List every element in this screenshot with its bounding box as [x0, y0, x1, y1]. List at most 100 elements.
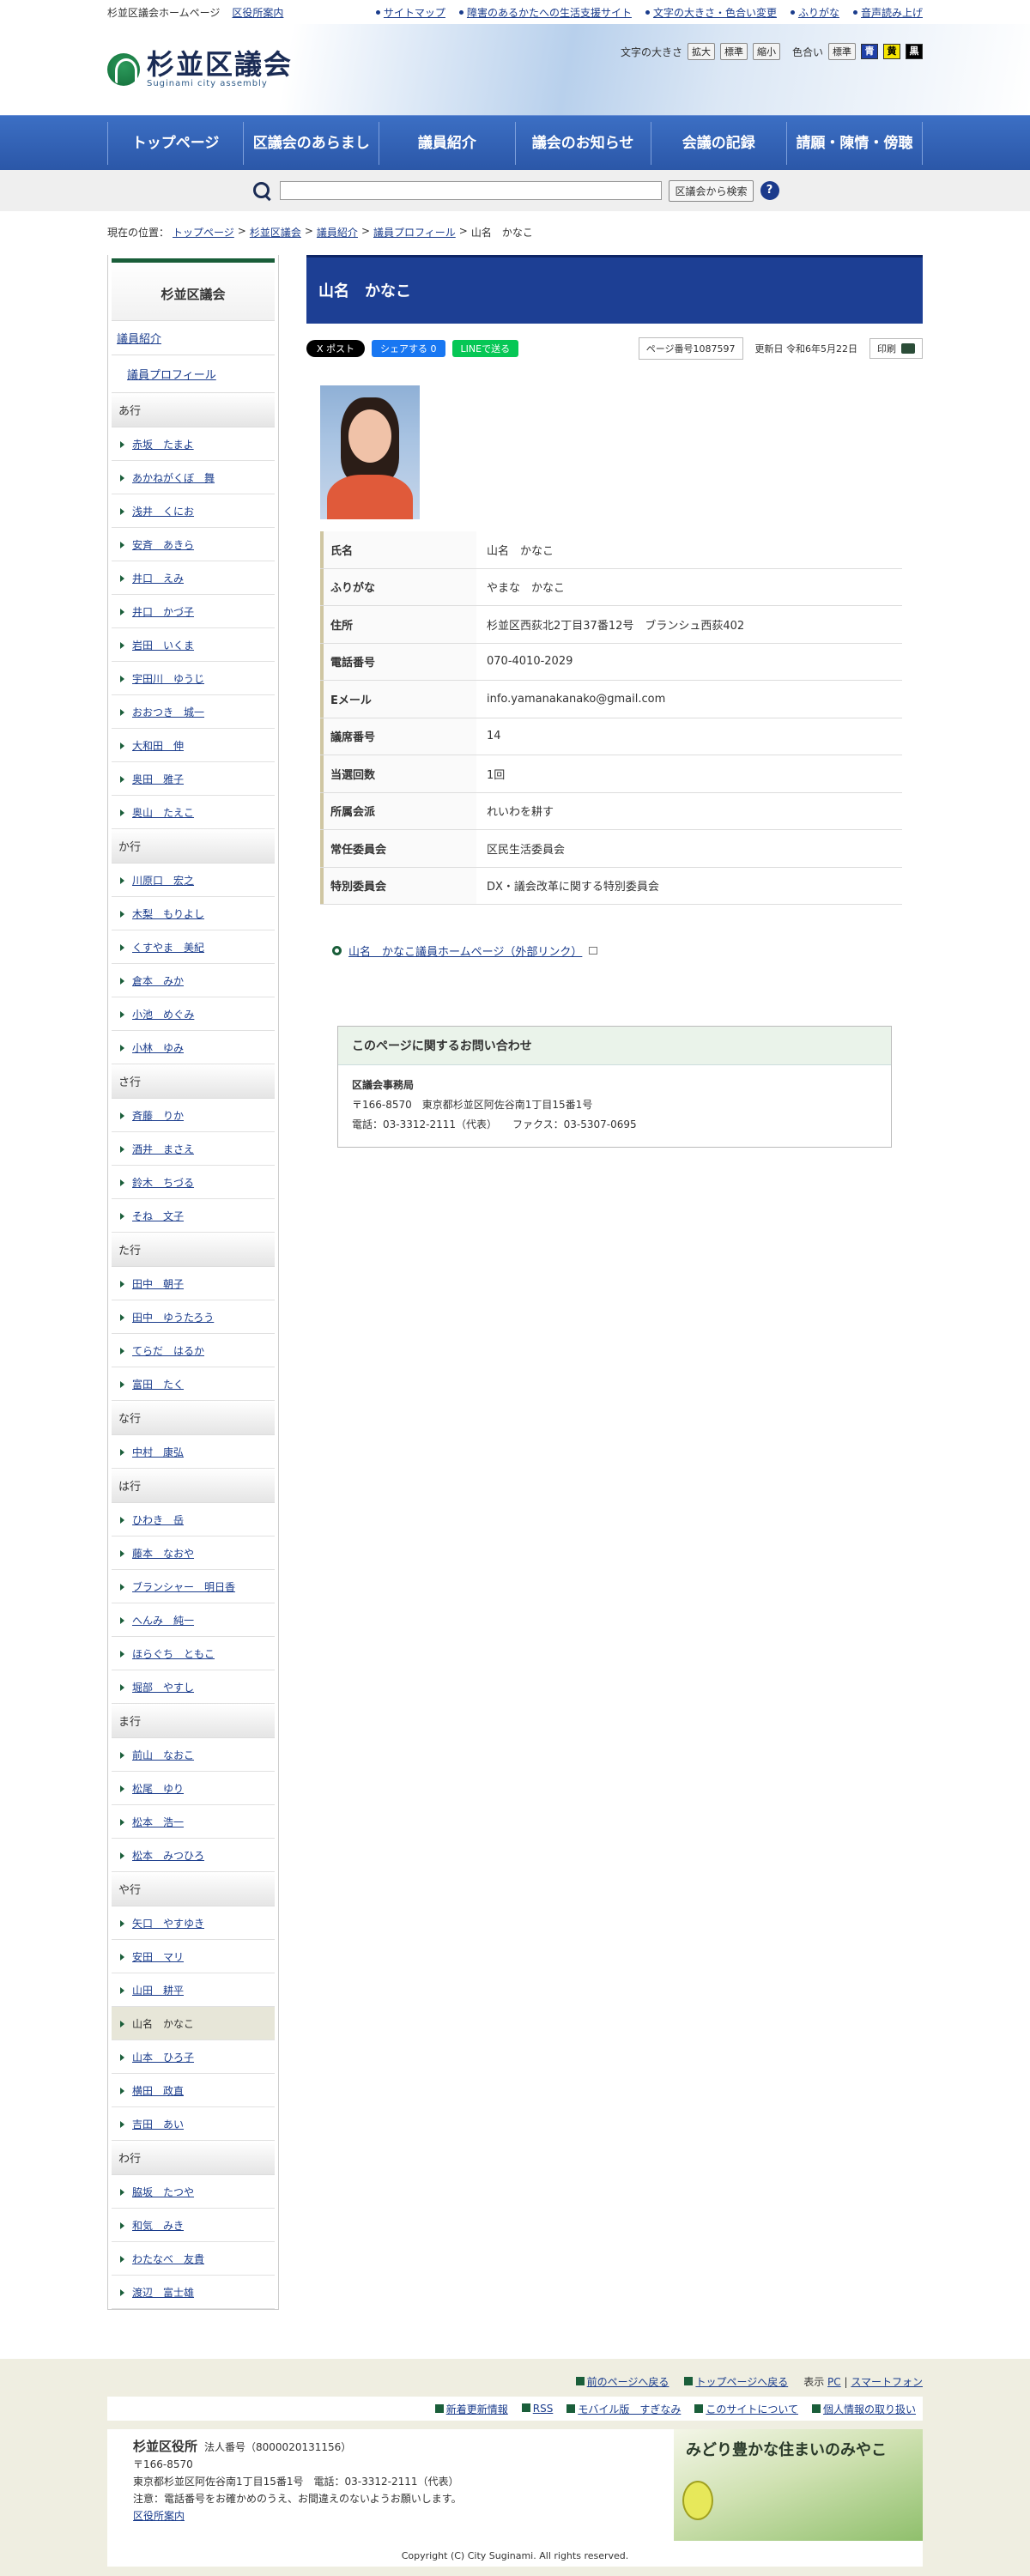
sidebar-member-link[interactable]: 酒井 まさえ — [132, 1143, 194, 1155]
sidebar-member-item[interactable]: 渡辺 富士雄 — [112, 2276, 275, 2309]
sidebar-member-link[interactable]: 松本 みつひろ — [132, 1850, 204, 1862]
utility-link[interactable]: サイトマップ — [375, 5, 445, 20]
sidebar-member-item[interactable]: 松尾 ゆり — [112, 1772, 275, 1805]
sidebar-member-item[interactable]: 横田 政直 — [112, 2074, 275, 2107]
breadcrumb-link[interactable]: トップページ — [173, 225, 234, 239]
sidebar-member-link[interactable]: 松本 浩一 — [132, 1816, 184, 1828]
sidebar-member-item[interactable]: 奥山 たえこ — [112, 796, 275, 829]
sidebar-member-item[interactable]: 富田 たく — [112, 1367, 275, 1401]
sidebar-member-link[interactable]: ほらぐち ともこ — [132, 1648, 215, 1660]
sidebar-member-item[interactable]: 安斉 あきら — [112, 528, 275, 561]
sidebar-profile-link[interactable]: 議員プロフィール — [127, 369, 216, 382]
sidebar-member-link[interactable]: 田中 朝子 — [132, 1278, 184, 1290]
nav-item[interactable]: 請願・陳情・傍聴 — [785, 122, 924, 165]
sidebar-member-link[interactable]: 斉藤 りか — [132, 1110, 184, 1122]
display-pc-link[interactable]: PC — [827, 2376, 841, 2388]
sidebar-member-item[interactable]: 田中 朝子 — [112, 1267, 275, 1300]
footer-office-link[interactable]: 区役所案内 — [133, 2510, 185, 2522]
sidebar-member-link[interactable]: 堀部 やすし — [132, 1682, 194, 1694]
sidebar-member-link[interactable]: 安田 マリ — [132, 1951, 184, 1963]
sidebar-member-link[interactable]: 安斉 あきら — [132, 539, 194, 551]
sidebar-member-link[interactable]: 矢口 やすゆき — [132, 1918, 204, 1930]
sidebar-member-item[interactable]: 松本 浩一 — [112, 1805, 275, 1839]
help-icon[interactable]: ? — [760, 181, 779, 200]
search-button[interactable]: 区議会から検索 — [669, 179, 754, 202]
member-homepage-link[interactable]: 山名 かなこ議員ホームページ（外部リンク） — [348, 943, 582, 959]
sidebar-member-link[interactable]: わたなべ 友貴 — [132, 2253, 204, 2265]
sidebar-member-item[interactable]: 木梨 もりよし — [112, 897, 275, 930]
sidebar-member-item[interactable]: くすやま 美紀 — [112, 930, 275, 964]
sidebar-member-item[interactable]: 田中 ゆうたろう — [112, 1300, 275, 1334]
display-smartphone-link[interactable]: スマートフォン — [851, 2376, 923, 2388]
sidebar-member-item[interactable]: 酒井 まさえ — [112, 1132, 275, 1166]
sidebar-member-link[interactable]: 吉田 あい — [132, 2118, 184, 2131]
sidebar-member-item[interactable]: 大和田 伸 — [112, 729, 275, 762]
sidebar-member-item[interactable]: 小林 ゆみ — [112, 1031, 275, 1064]
site-logo[interactable]: 杉並区議会 Suginami city assembly — [107, 50, 293, 88]
sidebar-member-item[interactable]: 和気 みき — [112, 2209, 275, 2242]
sidebar-member-link[interactable]: へんみ 純一 — [132, 1615, 194, 1627]
utility-link[interactable]: 障害のあるかたへの生活支援サイト — [458, 5, 632, 20]
sidebar-member-item[interactable]: 倉本 みか — [112, 964, 275, 997]
sidebar-member-item[interactable]: 安田 マリ — [112, 1940, 275, 1973]
sidebar-member-item[interactable]: へんみ 純一 — [112, 1603, 275, 1637]
sidebar-members-link[interactable]: 議員紹介 — [117, 333, 161, 346]
back-link[interactable]: 前のページへ戻る — [587, 2376, 670, 2388]
utility-link[interactable]: ふりがな — [790, 5, 839, 20]
sidebar-member-item[interactable]: 宇田川 ゆうじ — [112, 662, 275, 695]
breadcrumb-link[interactable]: 杉並区議会 — [250, 225, 301, 239]
sidebar-member-item[interactable]: 小池 めぐみ — [112, 997, 275, 1031]
sidebar-member-item[interactable]: 藤本 なおや — [112, 1537, 275, 1570]
sidebar-member-item[interactable]: 赤坂 たまよ — [112, 427, 275, 461]
footer-link[interactable]: このサイトについて — [706, 2403, 798, 2415]
sidebar-member-link[interactable]: 前山 なおこ — [132, 1749, 194, 1761]
sidebar-member-item[interactable]: 矢口 やすゆき — [112, 1906, 275, 1940]
sidebar-member-item[interactable]: 鈴木 ちづる — [112, 1166, 275, 1199]
sidebar-member-item[interactable]: 山本 ひろ子 — [112, 2040, 275, 2074]
footer-link[interactable]: モバイル版 すぎなみ — [578, 2403, 681, 2415]
search-input[interactable] — [280, 181, 663, 200]
sidebar-member-link[interactable]: 横田 政直 — [132, 2085, 184, 2097]
nav-item[interactable]: トップページ — [107, 122, 243, 165]
sidebar-member-item[interactable]: 堀部 やすし — [112, 1670, 275, 1704]
sidebar-member-item[interactable]: 川原口 宏之 — [112, 864, 275, 897]
sidebar-member-link[interactable]: 浅井 くにお — [132, 506, 194, 518]
sidebar-member-item[interactable]: 吉田 あい — [112, 2107, 275, 2141]
sidebar-member-item[interactable]: あかねがくぼ 舞 — [112, 461, 275, 494]
color-blue-button[interactable]: 青 — [861, 44, 878, 59]
sidebar-member-link[interactable]: 川原口 宏之 — [132, 875, 194, 887]
sidebar-member-link[interactable]: 小池 めぐみ — [132, 1009, 194, 1021]
sidebar-member-link[interactable]: くすやま 美紀 — [132, 942, 204, 954]
sidebar-member-link[interactable]: あかねがくぼ 舞 — [132, 472, 215, 484]
sidebar-member-link[interactable]: 宇田川 ゆうじ — [132, 673, 204, 685]
print-button[interactable]: 印刷 — [869, 338, 923, 359]
utility-link[interactable]: 音声読み上げ — [852, 5, 923, 20]
sidebar-member-link[interactable]: 木梨 もりよし — [132, 908, 204, 920]
sidebar-member-link[interactable]: そね 文子 — [132, 1210, 184, 1222]
utility-link[interactable]: 文字の大きさ・色合い変更 — [645, 5, 777, 20]
sidebar-member-link[interactable]: 田中 ゆうたろう — [132, 1312, 214, 1324]
sidebar-member-link[interactable]: 和気 みき — [132, 2220, 184, 2232]
color-black-button[interactable]: 黒 — [906, 44, 923, 59]
sidebar-member-link[interactable]: 井口 えみ — [132, 573, 184, 585]
sidebar-member-link[interactable]: 山田 耕平 — [132, 1985, 184, 1997]
sidebar-member-link[interactable]: 藤本 なおや — [132, 1548, 194, 1560]
sidebar-member-link[interactable]: 大和田 伸 — [132, 740, 184, 752]
sidebar-member-item[interactable]: 井口 えみ — [112, 561, 275, 595]
nav-item[interactable]: 議員紹介 — [379, 122, 514, 165]
breadcrumb-link[interactable]: 議員プロフィール — [373, 225, 456, 239]
sidebar-member-item[interactable]: ほらぐち ともこ — [112, 1637, 275, 1670]
sidebar-member-item[interactable]: 松本 みつひろ — [112, 1839, 275, 1872]
sidebar-member-item[interactable]: 山田 耕平 — [112, 1973, 275, 2007]
color-standard-button[interactable]: 標準 — [828, 43, 856, 60]
office-guide-link[interactable]: 区役所案内 — [232, 5, 283, 20]
sidebar-member-link[interactable]: 中村 康弘 — [132, 1446, 184, 1458]
nav-item[interactable]: 会議の記録 — [650, 122, 786, 165]
sidebar-member-link[interactable]: ひわき 岳 — [132, 1514, 184, 1526]
sidebar-member-item[interactable]: ひわき 岳 — [112, 1503, 275, 1537]
sidebar-member-link[interactable]: 井口 かづ子 — [132, 606, 194, 618]
sidebar-member-item[interactable]: 脇坂 たつや — [112, 2175, 275, 2209]
sidebar-member-item[interactable]: 岩田 いくま — [112, 628, 275, 662]
sidebar-member-item[interactable]: おおつき 城一 — [112, 695, 275, 729]
footer-link[interactable]: 新着更新情報 — [446, 2403, 508, 2415]
